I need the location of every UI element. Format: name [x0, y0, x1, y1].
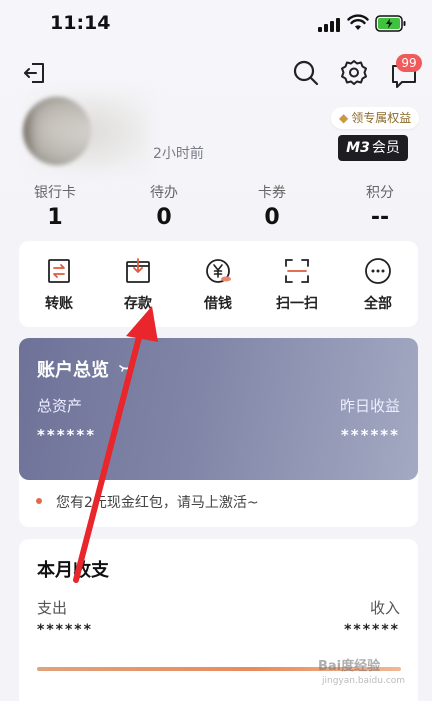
- deposit-icon: [126, 258, 150, 283]
- quick-action-label: 扫一扫: [276, 296, 318, 312]
- quick-action-label: 全部: [364, 296, 392, 312]
- scan-icon: [285, 259, 309, 283]
- battery-charging-icon: [375, 15, 406, 32]
- red-packet-tip-text: 您有2元现金红包，请马上激活~: [56, 495, 259, 511]
- quick-action-deposit[interactable]: 存款: [103, 256, 173, 313]
- yesterday-income-value: ******: [340, 426, 400, 444]
- member-level: M3: [346, 140, 370, 156]
- watermark: Bai度经验: [318, 659, 381, 674]
- hide-eye-icon[interactable]: [118, 359, 134, 375]
- quick-action-all[interactable]: 全部: [343, 256, 413, 313]
- username-blurred: [30, 92, 150, 172]
- income-value: ******: [344, 622, 400, 638]
- expense-label: 支出: [37, 599, 68, 617]
- settings-gear-icon[interactable]: [339, 58, 369, 88]
- stat-bank-cards[interactable]: 银行卡 1: [10, 182, 100, 230]
- diamond-icon: ◆: [339, 111, 349, 125]
- total-assets-label: 总资产: [37, 397, 83, 415]
- status-time: 11:14: [50, 12, 111, 34]
- transfer-icon: [48, 259, 70, 283]
- stat-value: 0: [264, 205, 280, 230]
- yuan-loan-icon: [206, 259, 231, 283]
- search-icon[interactable]: [291, 58, 321, 88]
- cellular-signal-icon: [318, 18, 340, 32]
- yesterday-income-label: 昨日收益: [339, 397, 400, 415]
- stat-value: 0: [156, 205, 172, 230]
- monthly-title: 本月收支: [37, 560, 109, 581]
- quick-action-scan[interactable]: 扫一扫: [262, 256, 332, 313]
- stat-label: 银行卡: [34, 185, 76, 201]
- stat-label: 卡券: [258, 185, 286, 201]
- watermark-url: jingyan.baidu.com: [322, 676, 406, 686]
- member-level-badge[interactable]: M3 会员: [338, 135, 408, 161]
- last-login-time: 2小时前: [153, 146, 204, 162]
- stat-label: 待办: [150, 185, 178, 201]
- stat-todo[interactable]: 待办 0: [119, 182, 209, 230]
- vip-benefits-label: 领专属权益: [351, 111, 412, 125]
- quick-action-label: 存款: [124, 296, 152, 312]
- quick-action-label: 转账: [45, 296, 73, 312]
- income-label: 收入: [369, 599, 400, 617]
- stat-value: 1: [47, 205, 63, 230]
- wifi-icon: [347, 14, 369, 30]
- tip-dot: [36, 498, 42, 504]
- stat-label: 积分: [366, 185, 394, 201]
- vip-benefits-chip[interactable]: ◆ 领专属权益: [331, 107, 420, 129]
- more-icon: [365, 258, 391, 284]
- quick-action-transfer[interactable]: 转账: [24, 256, 94, 313]
- stat-points[interactable]: 积分 --: [335, 182, 425, 230]
- overview-title: 账户总览: [37, 360, 109, 381]
- stat-value: --: [370, 205, 390, 230]
- member-suffix: 会员: [371, 140, 400, 156]
- quick-action-loan[interactable]: 借钱: [183, 256, 253, 313]
- stat-coupons[interactable]: 卡券 0: [227, 182, 317, 230]
- message-count-badge: 99: [396, 54, 422, 72]
- expense-value: ******: [37, 622, 93, 638]
- logout-icon[interactable]: [20, 58, 50, 88]
- quick-action-label: 借钱: [204, 296, 232, 312]
- total-assets-value: ******: [37, 426, 97, 444]
